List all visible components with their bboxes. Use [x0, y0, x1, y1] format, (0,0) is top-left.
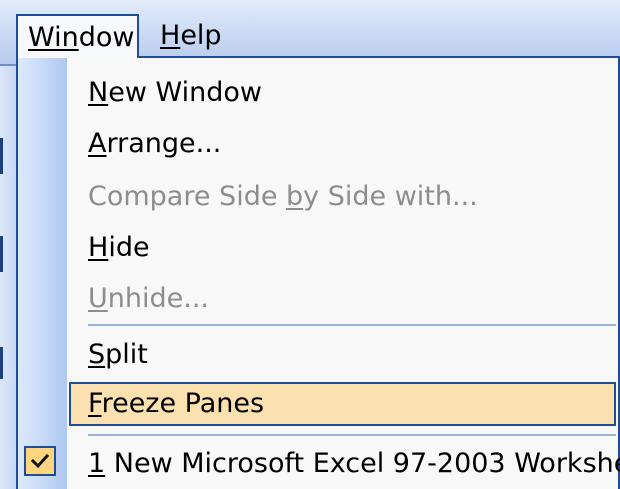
- menu-help[interactable]: Help: [150, 14, 228, 58]
- excel-window-menu-screenshot: Window Help New Window Arrange... Compar…: [0, 0, 620, 489]
- background-edge-mark: [0, 138, 3, 174]
- background-window-edge: [0, 66, 17, 489]
- background-edge-mark: [0, 236, 3, 272]
- background-edge-mark: [0, 347, 3, 379]
- menu-item-label: New Window: [88, 77, 262, 108]
- menu-item-split[interactable]: Split: [18, 330, 618, 380]
- menu-item-recent-worksheet[interactable]: 1 New Microsoft Excel 97-2003 Worksheet: [18, 439, 620, 489]
- menu-item-arrange[interactable]: Arrange...: [18, 119, 618, 169]
- menu-item-freeze-panes[interactable]: Freeze Panes: [18, 379, 618, 429]
- menu-item-label: Arrange...: [88, 128, 222, 159]
- menu-item-unhide: Unhide...: [18, 274, 618, 324]
- menu-item-label: Unhide...: [88, 283, 209, 314]
- menu-item-hide[interactable]: Hide: [18, 223, 618, 273]
- menu-item-new-window[interactable]: New Window: [18, 68, 618, 118]
- menu-item-label: Compare Side by Side with...: [88, 181, 478, 212]
- menu-item-label: 1 New Microsoft Excel 97-2003 Worksheet: [88, 448, 620, 479]
- menu-window[interactable]: Window: [16, 14, 139, 58]
- menu-item-label: Hide: [88, 232, 150, 263]
- menu-separator: [88, 434, 616, 436]
- menu-item-compare-side-by-side: Compare Side by Side with...: [18, 172, 618, 222]
- menu-item-label: Split: [88, 339, 148, 370]
- window-dropdown-menu: New Window Arrange... Compare Side by Si…: [16, 56, 620, 489]
- menu-item-label: Freeze Panes: [88, 388, 265, 419]
- menu-separator: [88, 324, 616, 326]
